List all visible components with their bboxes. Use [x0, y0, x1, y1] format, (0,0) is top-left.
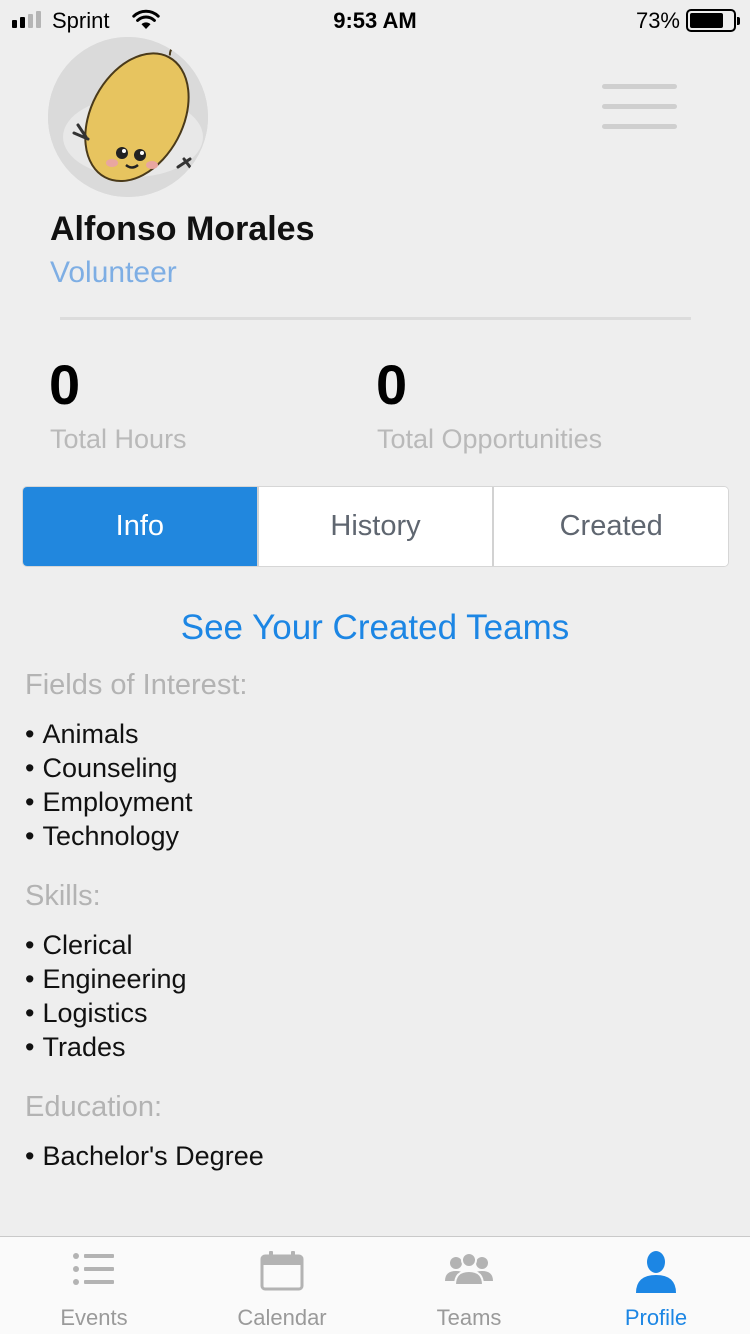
list-item: Logistics — [25, 996, 187, 1030]
tab-created[interactable]: Created — [492, 487, 728, 566]
list-item: Bachelor's Degree — [25, 1139, 263, 1173]
list-icon — [73, 1253, 114, 1285]
profile-role: Volunteer — [50, 256, 177, 289]
avatar[interactable] — [48, 37, 208, 197]
battery-percentage: 73% — [635, 8, 680, 33]
hamburger-menu-icon[interactable] — [600, 82, 678, 132]
tab-bar-label: Teams — [436, 1305, 502, 1330]
education-list: Bachelor's Degree — [25, 1139, 263, 1173]
list-item: Employment — [25, 785, 192, 819]
profile-tabs: Info History Created — [22, 486, 729, 567]
header-divider — [60, 317, 691, 320]
tab-bar-label: Events — [60, 1305, 128, 1330]
see-created-teams-link[interactable]: See Your Created Teams — [0, 608, 750, 648]
list-item: Trades — [25, 1030, 187, 1064]
skills-heading: Skills: — [25, 880, 101, 912]
list-item: Animals — [25, 717, 193, 751]
list-item: Clerical — [25, 928, 187, 962]
tab-bar-item-teams[interactable]: Teams — [375, 1237, 563, 1334]
tab-bar-label: Profile — [624, 1305, 688, 1330]
tab-bar-item-calendar[interactable]: Calendar — [188, 1237, 376, 1334]
lemon-avatar-image — [48, 37, 208, 197]
tab-bar-label: Calendar — [237, 1305, 327, 1330]
list-item: Engineering — [25, 962, 186, 996]
tab-bar-item-events[interactable]: Events — [0, 1237, 188, 1334]
tab-history[interactable]: History — [256, 487, 493, 566]
education-heading: Education: — [25, 1091, 163, 1123]
bottom-tab-bar: Events Calendar Teams Profile — [0, 1236, 750, 1334]
fields-of-interest-list: Animals Counseling Employment Technology — [25, 717, 193, 853]
tab-info[interactable]: Info — [23, 487, 257, 566]
fields-of-interest-heading: Fields of Interest: — [25, 669, 248, 701]
total-opportunities-value: 0 — [376, 353, 408, 416]
skills-list: Clerical Engineering Logistics Trades — [25, 928, 187, 1064]
status-bar: Sprint 9:53 AM 73% — [0, 0, 750, 40]
total-opportunities-label: Total Opportunities — [377, 424, 603, 454]
battery-icon — [686, 9, 740, 32]
people-icon — [445, 1252, 493, 1286]
calendar-icon — [260, 1251, 304, 1291]
tab-bar-item-profile[interactable]: Profile — [562, 1237, 750, 1334]
list-item: Counseling — [25, 751, 193, 785]
total-hours-value: 0 — [49, 353, 81, 416]
list-item: Technology — [25, 819, 193, 853]
profile-name: Alfonso Morales — [50, 210, 315, 248]
total-hours-label: Total Hours — [50, 424, 187, 454]
person-icon — [636, 1251, 676, 1293]
